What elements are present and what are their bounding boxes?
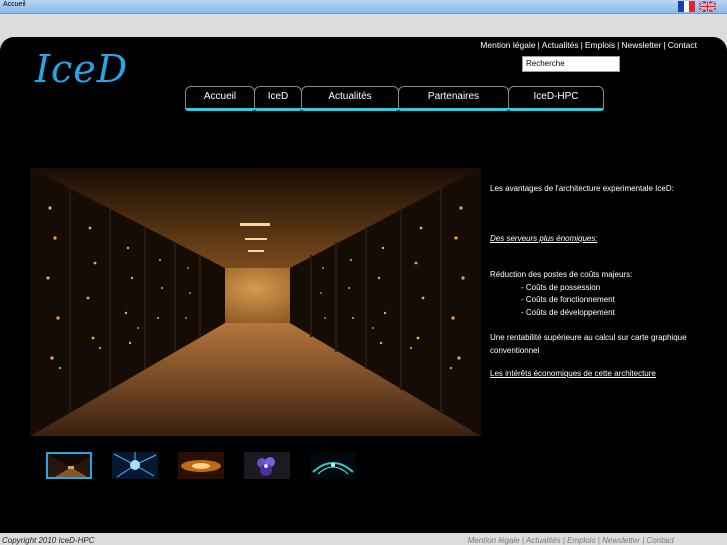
copyright-text: Copyright 2010 IceD-HPC (2, 536, 95, 545)
footer-link-mentions[interactable]: Mention légale (468, 536, 520, 545)
top-link-emplois[interactable]: Emplois (585, 40, 615, 50)
economics-link[interactable]: Les intérêts économiques de cette archit… (490, 368, 710, 381)
thumbnail-teal-fractal[interactable] (310, 452, 356, 479)
thumbnail-blue-burst[interactable] (112, 452, 158, 479)
footer-links: Mention légale | Actualités | Emplois | … (467, 536, 674, 545)
intro-text: Les avantages de l'architecture experime… (490, 184, 674, 193)
top-links: Mention légale | Actualités | Emplois | Newsle… (480, 40, 697, 50)
window-title-bar: Accueil (0, 0, 727, 14)
footer-link-contact[interactable]: Contact (646, 536, 674, 545)
cost-item: - Coûts de possession (521, 282, 601, 292)
footer-link-newsletter[interactable]: Newsletter (602, 536, 640, 545)
cost-item: - Coûts de développement (521, 307, 615, 317)
nav-partenaires[interactable]: Partenaires (398, 86, 509, 111)
footer-link-emplois[interactable]: Emplois (567, 536, 595, 545)
thumbnail-orange-light[interactable] (178, 452, 224, 479)
description-block: Les avantages de l'architecture experime… (490, 183, 710, 381)
nav-accueil[interactable]: Accueil (185, 86, 255, 111)
window-title: Accueil (3, 1, 26, 8)
top-link-actualites[interactable]: Actualités (542, 40, 579, 50)
cost-item: - Coûts de fonctionnement (521, 295, 615, 304)
hero-server-room-image (30, 168, 481, 436)
top-link-contact[interactable]: Contact (668, 40, 697, 50)
footer-link-actualites[interactable]: Actualités (526, 536, 561, 545)
nav-iced[interactable]: IceD (254, 86, 302, 111)
search-input[interactable]: Recherche (522, 56, 620, 72)
site-logo[interactable]: IceD (35, 47, 128, 91)
main-nav: Accueil IceD Actualités Partenaires IceD… (185, 86, 604, 111)
reduction-title: Réduction des postes de coûts majeurs: (490, 270, 633, 279)
fr-flag-icon[interactable] (678, 1, 696, 12)
profitability-text: Une rentabilité supérieure au calcul sur… (490, 333, 687, 355)
thumbnail-purple-flower[interactable] (244, 452, 290, 479)
servers-link[interactable]: Des serveurs plus énomiques: (490, 233, 710, 246)
thumbnail-server-room[interactable] (46, 452, 92, 479)
nav-iced-hpc[interactable]: IceD-HPC (508, 86, 604, 111)
top-link-newsletter[interactable]: Newsletter (621, 40, 661, 50)
top-link-mentions[interactable]: Mention légale (480, 40, 535, 50)
nav-actualites[interactable]: Actualités (301, 86, 399, 111)
uk-flag-icon[interactable] (699, 1, 716, 12)
